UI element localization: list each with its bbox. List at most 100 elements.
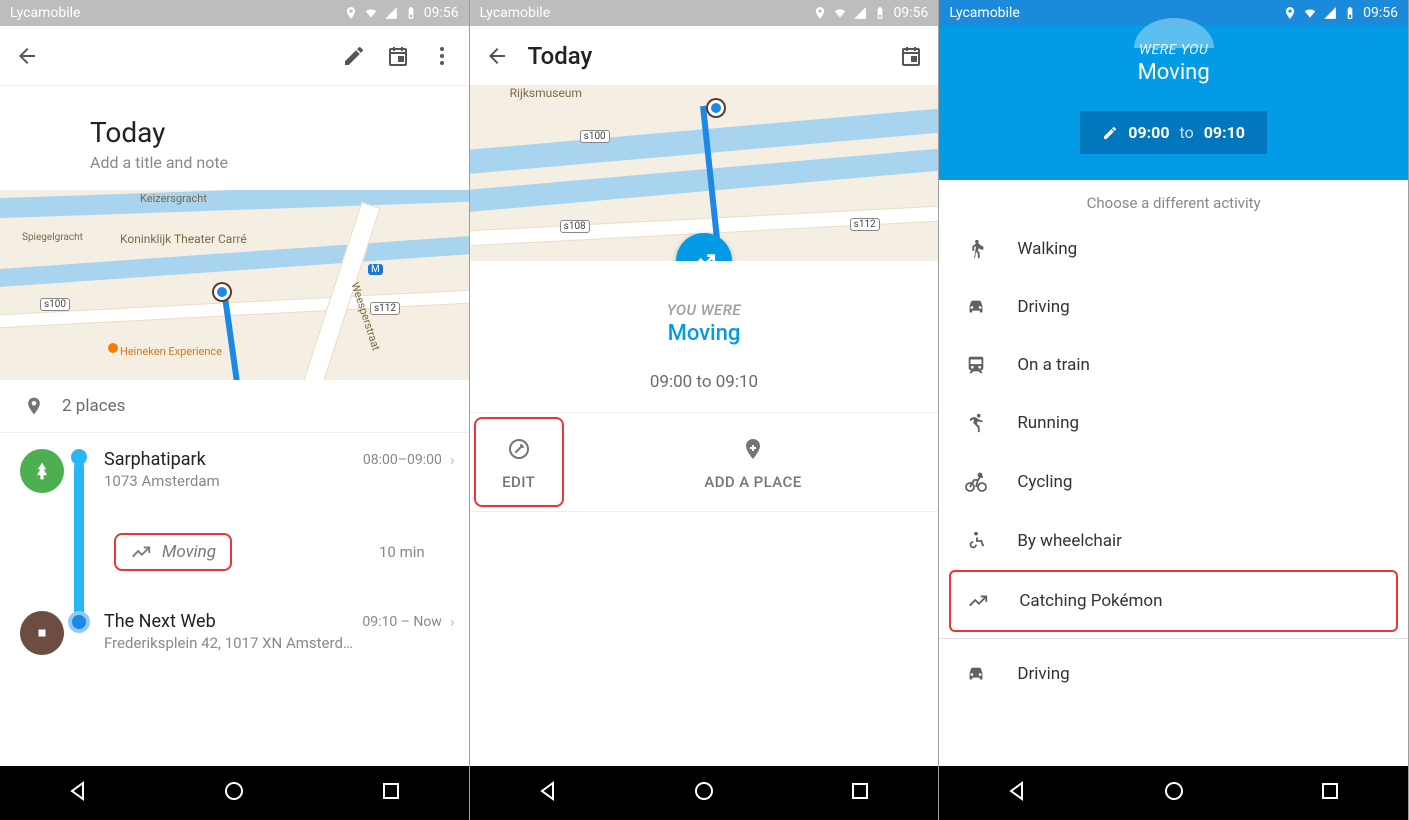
wifi-icon	[364, 6, 378, 20]
status-bar: Lycamobile 09:56	[0, 0, 469, 26]
edit-pencil-button[interactable]	[341, 43, 367, 69]
back-button[interactable]	[484, 43, 510, 69]
triangle-back-icon	[1005, 779, 1029, 803]
place-name: Sarphatipark	[104, 449, 206, 470]
edit-label: EDIT	[502, 473, 535, 491]
battery-icon	[1343, 6, 1357, 20]
pencil-icon	[342, 44, 366, 68]
moving-chip[interactable]: Moving	[114, 533, 232, 571]
timeline: Sarphatipark 08:00–09:00 › 1073 Amsterda…	[0, 433, 469, 766]
map-label: Heineken Experience	[120, 345, 222, 358]
edit-button[interactable]: EDIT	[474, 417, 564, 507]
battery-icon	[873, 6, 887, 20]
signal-icon	[1323, 6, 1337, 20]
nav-recents-button[interactable]	[848, 779, 872, 807]
activity-option-running[interactable]: Running	[939, 394, 1408, 452]
calendar-button[interactable]	[385, 43, 411, 69]
place-pin-icon	[24, 396, 44, 416]
run-icon	[965, 412, 987, 434]
clock-label: 09:56	[1363, 5, 1398, 21]
map-label: Spiegelgracht	[22, 232, 83, 243]
road-badge: s100	[40, 298, 70, 311]
place-time: 09:10 – Now	[362, 614, 442, 630]
location-icon	[1283, 6, 1297, 20]
activity-option-driving[interactable]: Driving	[939, 278, 1408, 336]
activity-option-label: Driving	[1017, 297, 1069, 317]
add-place-button[interactable]: ADD A PLACE	[568, 413, 939, 511]
signal-icon	[853, 6, 867, 20]
timeline-stop[interactable]: Sarphatipark 08:00–09:00 › 1073 Amsterda…	[20, 449, 455, 493]
chevron-right-icon: ›	[450, 450, 455, 469]
park-badge	[20, 449, 64, 493]
activity-option-train[interactable]: On a train	[939, 336, 1408, 394]
battery-icon	[404, 6, 418, 20]
add-place-label: ADD A PLACE	[704, 473, 801, 491]
app-bar	[0, 26, 469, 86]
activity-actions: EDIT ADD A PLACE	[470, 412, 939, 512]
square-icon	[35, 626, 49, 640]
screen-edit-activity: Lycamobile 09:56 WERE YOU Moving 09:00 t…	[939, 0, 1409, 820]
app-bar: Today	[470, 26, 939, 86]
timeline-activity[interactable]: Moving 10 min	[114, 533, 455, 571]
day-header[interactable]: Today Add a title and note	[0, 86, 469, 190]
places-summary[interactable]: 2 places	[0, 380, 469, 433]
carrier-label: Lycamobile	[949, 5, 1019, 21]
square-recents-icon	[1318, 779, 1342, 803]
carrier-label: Lycamobile	[10, 5, 80, 21]
triangle-back-icon	[66, 779, 90, 803]
time-from: 09:00	[1128, 123, 1169, 142]
nav-back-button[interactable]	[1005, 779, 1029, 807]
place-badge	[20, 611, 64, 655]
screen-activity-detail: Lycamobile 09:56 Today Rijksmuseum s100 …	[470, 0, 940, 820]
tree-icon	[32, 461, 52, 481]
trending-icon	[130, 541, 152, 563]
back-button[interactable]	[14, 43, 40, 69]
chevron-right-icon: ›	[450, 612, 455, 631]
edit-header: WERE YOU Moving 09:00 to 09:10	[939, 26, 1408, 180]
places-count-label: 2 places	[62, 396, 125, 416]
activity-info: YOU WERE Moving 09:00 to 09:10	[470, 261, 939, 412]
nav-back-button[interactable]	[66, 779, 90, 807]
wifi-icon	[833, 6, 847, 20]
nav-home-button[interactable]	[692, 779, 716, 807]
edit-circle-icon	[507, 437, 531, 461]
activity-option-label: Cycling	[1017, 472, 1072, 492]
location-icon	[344, 6, 358, 20]
nav-home-button[interactable]	[222, 779, 246, 807]
activity-list: Walking Driving On a train Running Cycli…	[939, 220, 1408, 703]
nav-recents-button[interactable]	[1318, 779, 1342, 807]
map-preview[interactable]: Rijksmuseum s100 s108 s112	[470, 86, 939, 261]
activity-option-driving-extra[interactable]: Driving	[939, 645, 1408, 703]
activity-option-cycling[interactable]: Cycling	[939, 452, 1408, 512]
calendar-icon	[386, 44, 410, 68]
wheelchair-icon	[965, 530, 987, 552]
nav-recents-button[interactable]	[379, 779, 403, 807]
map-label: Keizersgracht	[140, 192, 207, 205]
time-to: 09:10	[1204, 123, 1245, 142]
circle-home-icon	[692, 779, 716, 803]
circle-home-icon	[222, 779, 246, 803]
add-place-icon	[741, 437, 765, 461]
location-dot	[708, 100, 724, 116]
nav-home-button[interactable]	[1162, 779, 1186, 807]
overflow-menu-button[interactable]	[429, 43, 455, 69]
trending-icon	[967, 590, 989, 612]
activity-option-walking[interactable]: Walking	[939, 220, 1408, 278]
activity-option-wheelchair[interactable]: By wheelchair	[939, 512, 1408, 570]
timeline-stop[interactable]: The Next Web 09:10 – Now › Frederiksplei…	[20, 611, 455, 655]
activity-option-pokemon[interactable]: Catching Pokémon	[949, 570, 1398, 632]
map-label: Koninklijk Theater Carré	[120, 232, 247, 246]
status-bar: Lycamobile 09:56	[470, 0, 939, 26]
divider	[939, 638, 1408, 639]
place-name: The Next Web	[104, 611, 216, 632]
wifi-icon	[1303, 6, 1317, 20]
time-range-button[interactable]: 09:00 to 09:10	[1080, 111, 1267, 154]
calendar-button[interactable]	[898, 43, 924, 69]
android-nav-bar	[0, 766, 469, 820]
nav-back-button[interactable]	[536, 779, 560, 807]
map-preview[interactable]: Keizersgracht Koninklijk Theater Carré S…	[0, 190, 469, 380]
activity-name: Moving	[939, 60, 1408, 85]
current-location-dot	[214, 284, 230, 300]
clock-label: 09:56	[893, 5, 928, 21]
activity-time-range: 09:00 to 09:10	[470, 372, 939, 392]
